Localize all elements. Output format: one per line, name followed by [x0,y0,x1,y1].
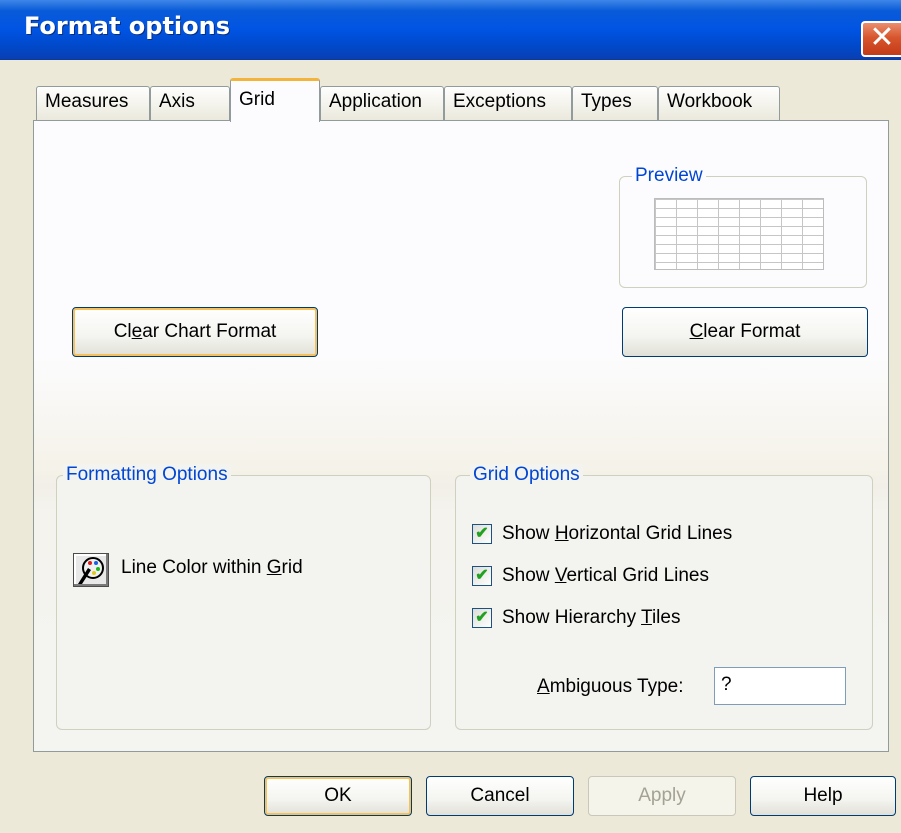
line-color-label-part: Line Color within [121,557,267,578]
show-vertical-grid-lines-label: Show Vertical Grid Lines [502,565,709,587]
tab-workbook[interactable]: Workbook [658,86,780,120]
tab-measures[interactable]: Measures [36,86,150,120]
help-button[interactable]: Help [750,776,896,816]
clear-format-button[interactable]: Clear Format [622,307,868,357]
line-color-button[interactable] [73,553,109,587]
close-icon[interactable]: ✕ [861,21,901,57]
clear-chart-format-mnemonic: e [131,321,143,342]
ambiguous-type-label: Ambiguous Type: [537,676,683,698]
tab-label: Measures [45,91,129,112]
show-horizontal-grid-lines-label: Show Horizontal Grid Lines [502,523,732,545]
title-bar: Format options ✕ [0,0,901,60]
line-color-label-part: rid [281,557,303,578]
checkbox-label-part: ertical Grid Lines [566,565,709,586]
checkbox-mnemonic: H [554,523,569,544]
tab-application[interactable]: Application [320,86,444,120]
tab-types[interactable]: Types [572,86,658,120]
checkbox-mnemonic: V [554,565,567,586]
preview-grid-image [654,198,824,270]
ambiguous-type-label-part: mbiguous Type: [549,676,684,697]
apply-button[interactable]: Apply [588,776,736,816]
checkbox-label-part: Show Hierarchy [502,607,642,628]
tab-label: Grid [239,89,275,110]
checkbox-mnemonic: T [641,607,652,628]
line-color-mnemonic: G [266,557,282,578]
grid-options-title: Grid Options [470,464,583,486]
preview-title: Preview [632,165,706,187]
ambiguous-type-mnemonic: A [537,676,550,697]
show-hierarchy-tiles-checkbox[interactable]: ✔ [472,608,492,628]
formatting-options-group: Formatting Options [56,464,431,730]
clear-format-mnemonic: C [689,321,704,342]
show-horizontal-grid-lines-checkbox[interactable]: ✔ [472,524,492,544]
tab-label: Workbook [667,91,753,112]
window-title: Format options [24,12,231,40]
tab-label: Exceptions [453,91,546,112]
checkbox-label-part: iles [651,607,681,628]
clear-chart-format-label-part: Cl [113,321,132,342]
clear-chart-format-button[interactable]: Clear Chart Format [72,307,318,357]
ambiguous-type-input[interactable]: ? [714,667,846,705]
show-vertical-grid-lines-checkbox[interactable]: ✔ [472,566,492,586]
tab-axis[interactable]: Axis [150,86,230,120]
tab-exceptions[interactable]: Exceptions [444,86,572,120]
checkbox-label-part: Show [502,565,555,586]
line-color-label: Line Color within Grid [121,557,303,579]
checkbox-label-part: orizontal Grid Lines [568,523,733,544]
color-palette-icon [78,557,104,584]
tab-label: Types [581,91,632,112]
tab-label: Axis [159,91,195,112]
formatting-options-title: Formatting Options [63,464,231,486]
clear-chart-format-label-part: ar Chart Format [142,321,277,342]
cancel-button[interactable]: Cancel [426,776,574,816]
checkbox-label-part: Show [502,523,555,544]
show-hierarchy-tiles-label: Show Hierarchy Tiles [502,607,680,629]
clear-format-label-part: lear Format [703,321,801,342]
tab-label: Application [329,91,422,112]
ok-button[interactable]: OK [264,776,412,816]
tab-grid[interactable]: Grid [230,78,320,122]
